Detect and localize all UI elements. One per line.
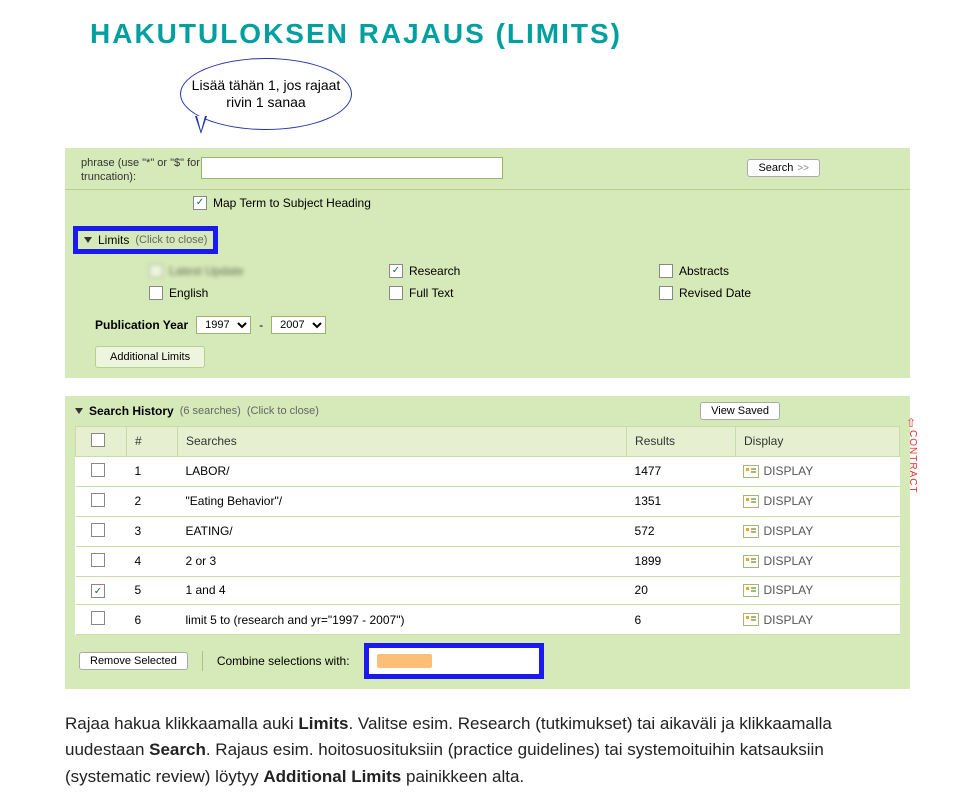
limits-options: Latest Update ✓ Research Abstracts Englis… xyxy=(65,260,910,310)
limit-label: Latest Update xyxy=(169,264,244,278)
search-button[interactable]: Search >> xyxy=(747,159,820,177)
row-checkbox[interactable]: ✓ xyxy=(91,584,105,598)
keyword-hint: phrase (use "*" or "$" for truncation): xyxy=(75,152,201,185)
divider xyxy=(202,651,203,671)
caption-text: Rajaa hakua klikkaamalla auki Limits. Va… xyxy=(65,711,895,790)
limits-hint: (Click to close) xyxy=(135,234,207,246)
english-checkbox[interactable] xyxy=(149,286,163,300)
display-link[interactable]: DISPLAY xyxy=(743,524,891,538)
year-from-select[interactable]: 1997 xyxy=(196,316,251,334)
latest-update-checkbox[interactable] xyxy=(149,264,163,278)
callout-tail xyxy=(195,116,207,134)
keyword-input[interactable] xyxy=(201,157,503,179)
combine-selections-box[interactable] xyxy=(364,643,544,679)
table-row: 42 or 31899 DISPLAY xyxy=(76,546,900,576)
limit-label: Research xyxy=(409,264,460,278)
col-display: Display xyxy=(735,426,899,456)
revised-date-checkbox[interactable] xyxy=(659,286,673,300)
table-row: 3EATING/572 DISPLAY xyxy=(76,516,900,546)
year-to-select[interactable]: 2007 xyxy=(271,316,326,334)
limit-label: Revised Date xyxy=(679,286,751,300)
display-icon xyxy=(743,495,759,508)
pubyear-label: Publication Year xyxy=(95,318,188,332)
row-num: 5 xyxy=(127,576,178,605)
table-row: 6limit 5 to (research and yr="1997 - 200… xyxy=(76,605,900,635)
display-link[interactable]: DISPLAY xyxy=(743,613,891,627)
row-num: 2 xyxy=(127,486,178,516)
research-checkbox[interactable]: ✓ xyxy=(389,264,403,278)
display-icon xyxy=(743,525,759,538)
search-bar: phrase (use "*" or "$" for truncation): … xyxy=(65,148,910,190)
year-dash: - xyxy=(259,318,263,332)
row-checkbox[interactable] xyxy=(91,611,105,625)
triangle-down-icon xyxy=(75,408,83,414)
select-all-checkbox[interactable] xyxy=(91,433,105,447)
row-num: 1 xyxy=(127,456,178,486)
row-results: 1351 xyxy=(627,486,736,516)
page-title: HAKUTULOKSEN RAJAUS (LIMITS) xyxy=(0,0,960,58)
search-button-label: Search xyxy=(758,162,793,174)
col-searches: Searches xyxy=(178,426,627,456)
row-results: 1899 xyxy=(627,546,736,576)
table-row: 1LABOR/1477 DISPLAY xyxy=(76,456,900,486)
row-num: 6 xyxy=(127,605,178,635)
row-checkbox[interactable] xyxy=(91,553,105,567)
display-link[interactable]: DISPLAY xyxy=(743,464,891,478)
row-checkbox[interactable] xyxy=(91,523,105,537)
callout-area: Lisää tähän 1, jos rajaat rivin 1 sanaa xyxy=(0,58,960,148)
row-search: limit 5 to (research and yr="1997 - 2007… xyxy=(178,605,627,635)
display-icon xyxy=(743,613,759,626)
row-results: 572 xyxy=(627,516,736,546)
display-link[interactable]: DISPLAY xyxy=(743,494,891,508)
row-search: "Eating Behavior"/ xyxy=(178,486,627,516)
chevron-right-icon: >> xyxy=(797,163,809,174)
row-checkbox[interactable] xyxy=(91,463,105,477)
display-icon xyxy=(743,555,759,568)
col-results: Results xyxy=(627,426,736,456)
contract-arrow-icon[interactable]: ⇧ xyxy=(906,416,916,430)
triangle-down-icon xyxy=(84,237,92,243)
row-search: 2 or 3 xyxy=(178,546,627,576)
abstracts-checkbox[interactable] xyxy=(659,264,673,278)
row-results: 1477 xyxy=(627,456,736,486)
contract-label[interactable]: CONTRACT xyxy=(907,430,918,494)
limit-label: Abstracts xyxy=(679,264,729,278)
limits-label: Limits xyxy=(98,233,129,247)
display-link[interactable]: DISPLAY xyxy=(743,554,891,568)
history-count: (6 searches) xyxy=(180,405,241,417)
row-num: 4 xyxy=(127,546,178,576)
row-checkbox[interactable] xyxy=(91,493,105,507)
row-search: EATING/ xyxy=(178,516,627,546)
callout-text: Lisää tähän 1, jos rajaat rivin 1 sanaa xyxy=(181,77,351,112)
limit-label: Full Text xyxy=(409,286,453,300)
col-num: # xyxy=(127,426,178,456)
history-label[interactable]: Search History xyxy=(89,404,174,418)
additional-limits-button[interactable]: Additional Limits xyxy=(95,346,205,368)
table-row: 2"Eating Behavior"/1351 DISPLAY xyxy=(76,486,900,516)
history-hint: (Click to close) xyxy=(247,405,319,417)
table-row: ✓ 51 and 420 DISPLAY xyxy=(76,576,900,605)
limits-toggle[interactable]: Limits (Click to close) xyxy=(73,226,218,254)
display-link[interactable]: DISPLAY xyxy=(743,583,891,597)
display-icon xyxy=(743,584,759,597)
row-num: 3 xyxy=(127,516,178,546)
limit-label: English xyxy=(169,286,208,300)
combine-label: Combine selections with: xyxy=(217,654,350,668)
row-search: LABOR/ xyxy=(178,456,627,486)
row-search: 1 and 4 xyxy=(178,576,627,605)
map-term-label: Map Term to Subject Heading xyxy=(213,196,371,210)
map-term-checkbox[interactable]: ✓ xyxy=(193,196,207,210)
row-results: 6 xyxy=(627,605,736,635)
row-results: 20 xyxy=(627,576,736,605)
fulltext-checkbox[interactable] xyxy=(389,286,403,300)
history-table: # Searches Results Display 1LABOR/1477 DI… xyxy=(75,426,900,636)
display-icon xyxy=(743,465,759,478)
view-saved-button[interactable]: View Saved xyxy=(700,402,780,420)
remove-selected-button[interactable]: Remove Selected xyxy=(79,652,188,670)
